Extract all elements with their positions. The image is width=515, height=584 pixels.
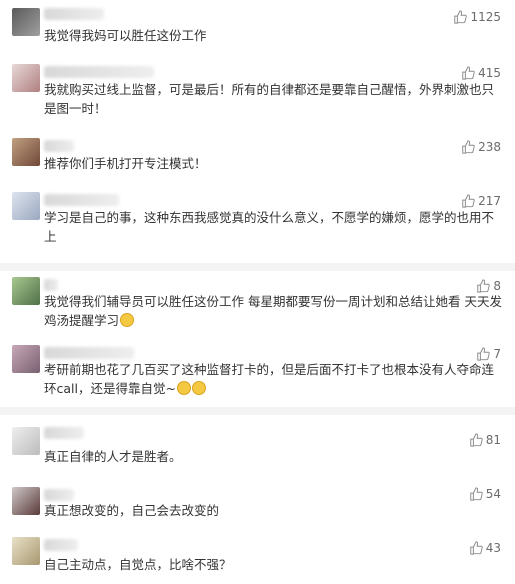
comment-group-1: 1125 我觉得我妈可以胜任这份工作 415 我就购买过线上监督，可是最后！所有…	[0, 0, 515, 263]
username-blurred[interactable]	[44, 8, 104, 20]
like-count: 1125	[470, 10, 501, 24]
face-emoji-icon	[191, 381, 206, 395]
like-button[interactable]: 217	[461, 194, 501, 208]
like-button[interactable]: 43	[469, 541, 501, 555]
avatar[interactable]	[12, 138, 40, 166]
thumbs-up-icon	[469, 541, 483, 555]
comment-text: 我就购买过线上监督，可是最后！所有的自律都还是要靠自己醒悟，外界刺激也只是图一时…	[44, 82, 495, 116]
username-blurred[interactable]	[44, 140, 74, 152]
thumbs-up-icon	[462, 140, 475, 154]
comment-text-content: 我觉得我们辅导员可以胜任这份工作 每星期都要写份一周计划和总结让她看 天天发鸡汤…	[44, 294, 502, 328]
like-count: 8	[493, 279, 501, 293]
comment-text: 我觉得我妈可以胜任这份工作	[44, 28, 207, 43]
like-button[interactable]: 238	[461, 140, 501, 154]
thumbs-up-icon	[477, 347, 491, 361]
like-count: 238	[478, 140, 501, 154]
comment-text: 真正想改变的，自己会去改变的	[44, 503, 220, 518]
comment-text: 考研前期也花了几百买了这种监督打卡的，但是后面不打卡了也根本没有人夺命连环cal…	[44, 360, 504, 398]
avatar[interactable]	[12, 487, 40, 515]
comment-group-2: 8 我觉得我们辅导员可以胜任这份工作 每星期都要写份一周计划和总结让她看 天天发…	[0, 271, 515, 407]
username-blurred[interactable]	[44, 279, 58, 291]
username-blurred[interactable]	[44, 489, 74, 501]
like-button[interactable]: 81	[469, 433, 501, 447]
comment-text: 我觉得我们辅导员可以胜任这份工作 每星期都要写份一周计划和总结让她看 天天发鸡汤…	[44, 292, 504, 330]
like-count: 54	[485, 487, 501, 501]
avatar[interactable]	[12, 345, 40, 373]
like-count: 81	[485, 433, 501, 447]
username-blurred[interactable]	[44, 427, 84, 439]
like-button[interactable]: 7	[476, 347, 501, 361]
thumbs-up-icon	[462, 66, 475, 80]
thumbs-up-icon	[477, 279, 491, 293]
like-button[interactable]: 54	[469, 487, 501, 501]
avatar[interactable]	[12, 192, 40, 220]
like-count: 415	[478, 66, 501, 80]
avatar[interactable]	[12, 277, 40, 305]
username-blurred[interactable]	[44, 66, 154, 78]
comment-text: 自己主动点，自觉点，比啥不强？	[44, 557, 232, 572]
username-blurred[interactable]	[44, 347, 134, 359]
like-count: 7	[493, 347, 501, 361]
face-emoji-icon	[120, 313, 135, 327]
comment-text: 学习是自己的事，这种东西我感觉真的没什么意义，不愿学的嫌烦，愿学的也用不上	[44, 210, 495, 244]
thumbs-up-icon	[462, 194, 475, 208]
face-emoji-icon	[176, 381, 191, 395]
avatar[interactable]	[12, 64, 40, 92]
like-button[interactable]: 1125	[453, 10, 501, 24]
comment-text: 真正自律的人才是胜者。	[44, 449, 182, 464]
comment-text-content: 考研前期也花了几百买了这种监督打卡的，但是后面不打卡了也根本没有人夺命连环cal…	[44, 362, 495, 396]
like-button[interactable]: 8	[476, 279, 501, 293]
like-button[interactable]: 415	[461, 66, 501, 80]
username-blurred[interactable]	[44, 539, 78, 551]
like-count: 43	[485, 541, 501, 555]
avatar[interactable]	[12, 537, 40, 565]
avatar[interactable]	[12, 427, 40, 455]
thumbs-up-icon	[469, 433, 483, 447]
thumbs-up-icon	[454, 10, 468, 24]
comment-text: 推荐你们手机打开专注模式！	[44, 156, 207, 171]
comment-group-3: 81 真正自律的人才是胜者。 54 真正想改变的，自己会去改变的 43 自己主动…	[0, 415, 515, 584]
thumbs-up-icon	[469, 487, 483, 501]
like-count: 217	[478, 194, 501, 208]
username-blurred[interactable]	[44, 194, 119, 206]
avatar[interactable]	[12, 8, 40, 36]
